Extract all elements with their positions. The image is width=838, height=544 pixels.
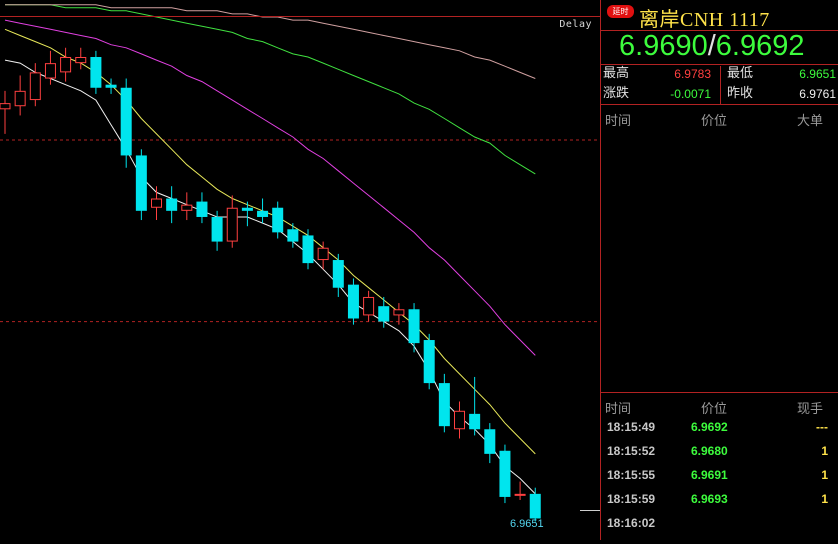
candle-body: [514, 493, 526, 496]
candle-body: [423, 340, 435, 384]
bid-price: 6.9690: [619, 30, 708, 62]
last-price-label: 6.9651: [510, 518, 544, 530]
panel-header: 延时 离岸CNH 1117: [601, 0, 838, 32]
high-value: 6.9783: [674, 67, 711, 81]
candle-body: [378, 306, 390, 322]
candle-body: [166, 198, 178, 211]
moving-average-line: [5, 4, 536, 175]
candle-body: [75, 56, 87, 64]
quote-separator: /: [707, 30, 716, 62]
delay-badge: 延时: [607, 5, 634, 18]
candle-body: [0, 103, 11, 110]
trade-row: 18:15:49 6.9692 ---: [601, 420, 838, 444]
divider: [601, 392, 838, 393]
trade-volume: 1: [821, 444, 828, 458]
candle-body: [499, 450, 511, 497]
candle-body: [302, 235, 314, 264]
candle-body: [226, 207, 238, 242]
candle-body: [529, 493, 541, 519]
candle-body: [317, 247, 329, 261]
candle-body: [393, 309, 405, 316]
trade-time: 18:16:02: [607, 516, 656, 530]
chart-canvas: [0, 4, 600, 522]
trade-row: 18:16:02: [601, 516, 838, 540]
trade-row: 18:15:59 6.9693 1: [601, 492, 838, 516]
candle-body: [272, 207, 284, 233]
candle-body: [347, 284, 359, 319]
moving-average-line: [4, 19, 536, 356]
candle-body: [135, 155, 147, 211]
candle-body: [181, 204, 193, 211]
trade-price: 6.9691: [691, 468, 728, 482]
last-price-tick: [580, 510, 600, 511]
candle-body: [257, 210, 269, 217]
candle-body: [484, 429, 496, 454]
trade-volume: ---: [816, 420, 828, 434]
instrument-title[interactable]: 离岸CNH 1117: [639, 3, 770, 32]
candle-body: [120, 87, 132, 156]
trades-time-header: 时间: [605, 402, 632, 417]
change-label: 涨跌: [603, 86, 630, 101]
delay-label: Delay: [559, 19, 592, 30]
trade-time: 18:15:52: [607, 444, 656, 458]
candle-body: [196, 201, 208, 217]
big-trades-time-header: 时间: [605, 114, 632, 129]
big-trades-volume-header: 大单: [797, 114, 824, 129]
prev-close-label: 昨收: [727, 86, 754, 101]
candle-body: [332, 260, 344, 288]
trade-price: 6.9692: [691, 420, 728, 434]
trade-time: 18:15:59: [607, 492, 656, 506]
big-trades-price-header: 价位: [701, 114, 728, 129]
trades-volume-header: 现手: [797, 402, 824, 417]
trade-time: 18:15:49: [607, 420, 656, 434]
trade-price: 6.9680: [691, 444, 728, 458]
candle-body: [29, 72, 41, 101]
trade-row: 18:15:52 6.9680 1: [601, 444, 838, 468]
candle-body: [408, 309, 420, 344]
candle-body: [287, 229, 299, 242]
candle-body: [211, 216, 223, 242]
trade-row: 18:15:55 6.9691 1: [601, 468, 838, 492]
candle-body: [438, 383, 450, 427]
stats-divider: [720, 66, 721, 104]
candle-body: [241, 207, 253, 211]
trade-time: 18:15:55: [607, 468, 656, 482]
change-value: -0.0071: [670, 87, 711, 101]
candle-body: [105, 84, 117, 88]
low-value: 6.9651: [799, 67, 836, 81]
bid-ask-quote: 6.9690/6.9692: [619, 30, 804, 63]
candle-body: [363, 296, 375, 316]
candle-body: [454, 410, 465, 430]
candle-body: [90, 56, 102, 88]
trades-price-header: 价位: [701, 402, 728, 417]
trade-volume: 1: [821, 492, 828, 506]
prev-close-value: 6.9761: [799, 87, 836, 101]
divider: [601, 104, 838, 105]
candlestick-chart[interactable]: Delay 6.9651: [0, 0, 600, 540]
trade-price: 6.9693: [691, 492, 728, 506]
ask-price: 6.9692: [715, 30, 805, 62]
candle-body: [14, 90, 26, 107]
high-label: 最高: [603, 66, 630, 81]
candle-body: [44, 63, 56, 79]
candle-body: [60, 56, 72, 73]
candle-body: [151, 198, 162, 208]
chart-top-border: [0, 16, 600, 17]
candle-body: [469, 413, 481, 430]
quote-panel: 延时 离岸CNH 1117 6.9690/6.9692 最高 6.9783 最低…: [601, 0, 838, 540]
low-label: 最低: [727, 66, 754, 81]
trade-volume: 1: [821, 468, 828, 482]
